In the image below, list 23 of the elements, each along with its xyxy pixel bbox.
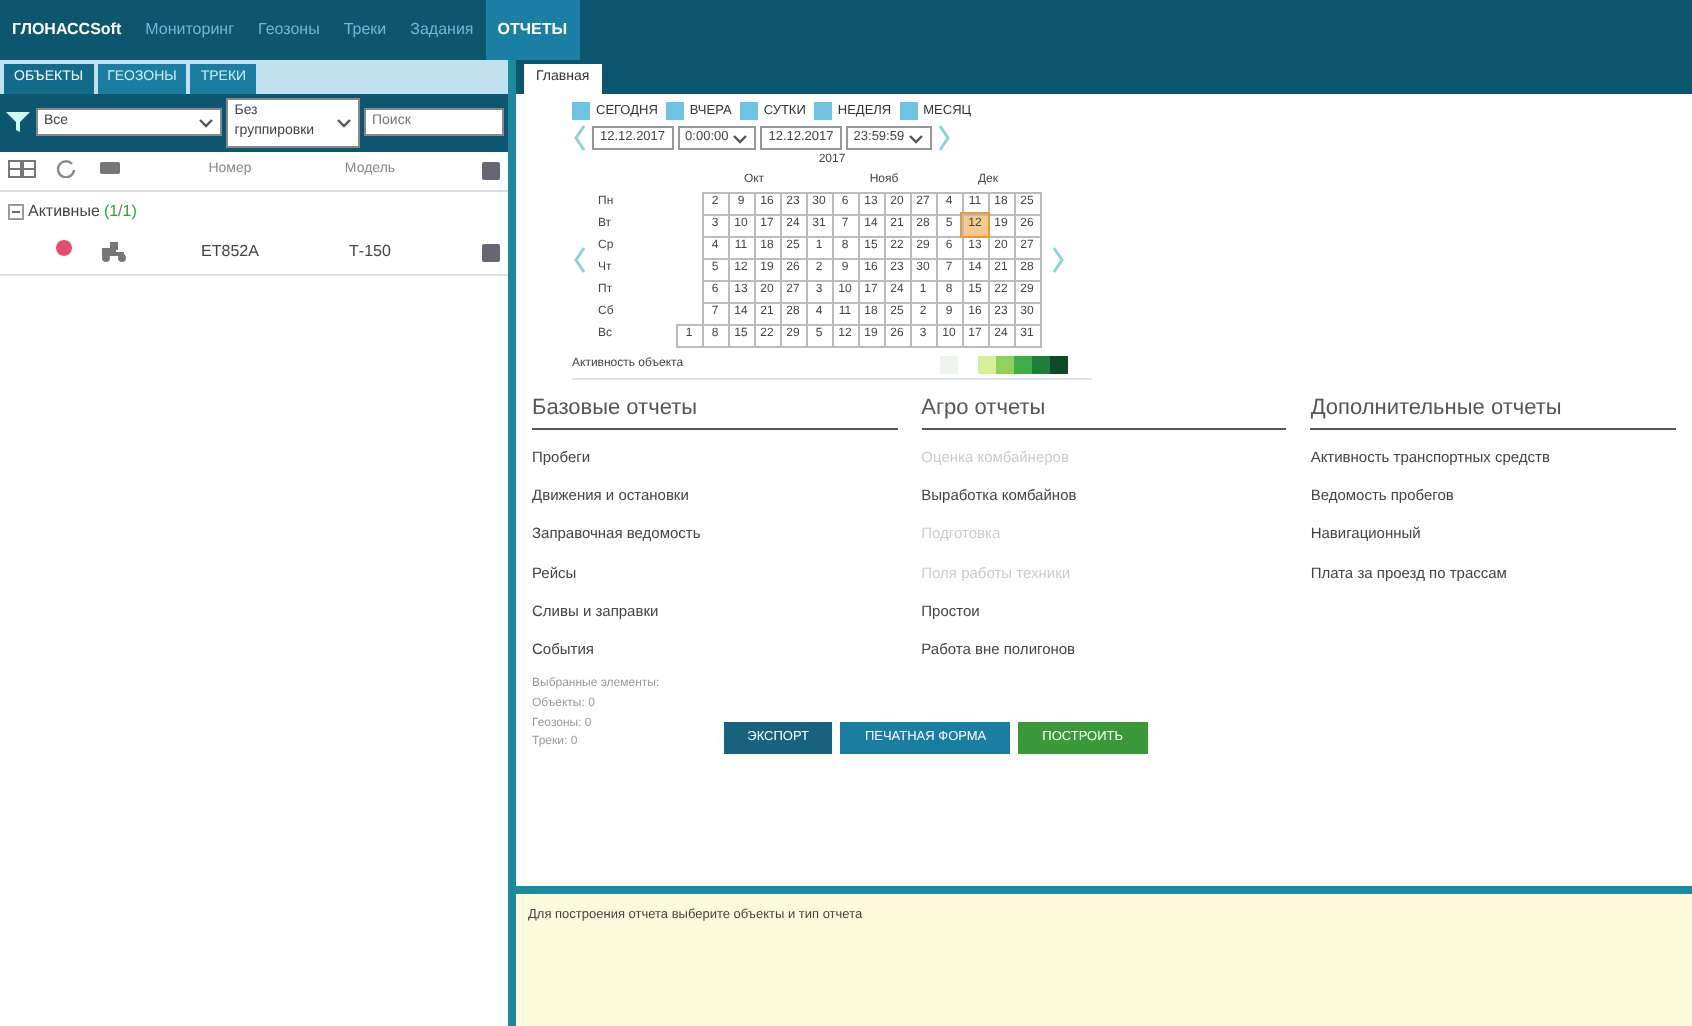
table-cell-text: Т-150 (347, 240, 393, 264)
table-cell-text: ЕТ852А (199, 240, 261, 264)
nav-item[interactable]: ОТЧЕТЫ (485, 0, 580, 60)
nav-item[interactable]: Геозоны (246, 0, 332, 60)
caret-icon (908, 131, 925, 146)
tractor-icon (100, 241, 128, 262)
app-logo: ГЛОНАССSoft (10, 18, 124, 42)
grid-icon[interactable] (8, 159, 36, 178)
caret-icon (198, 115, 215, 129)
section-title: Дополнительные отчеты (1310, 395, 1676, 430)
caret-icon (732, 131, 749, 146)
nav-item[interactable]: Задания (398, 0, 486, 60)
refresh-icon[interactable] (56, 158, 76, 179)
section-title: Базовые отчеты (532, 395, 898, 430)
section-title: Агро отчеты (921, 395, 1287, 430)
toggle-icon[interactable] (100, 161, 120, 174)
nav-item[interactable]: Мониторинг (133, 0, 247, 60)
filter-icon[interactable] (4, 110, 32, 134)
group-name: Активные (28, 199, 100, 223)
group-count: (1/1) (103, 199, 137, 223)
nav-item[interactable]: Треки (331, 0, 399, 60)
collapse-icon[interactable] (8, 203, 24, 219)
caret-icon (336, 115, 352, 129)
